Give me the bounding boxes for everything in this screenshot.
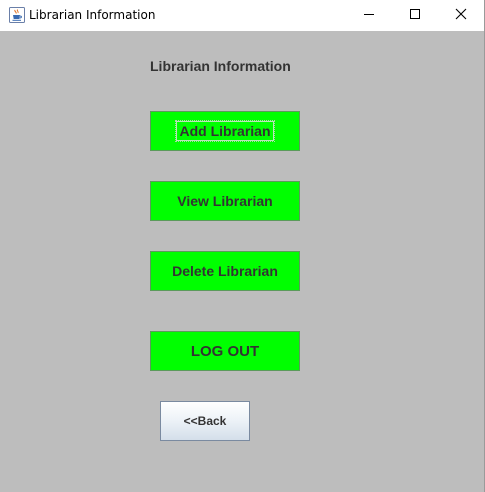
title-bar[interactable]: Librarian Information [0, 0, 484, 31]
view-librarian-button[interactable]: View Librarian [150, 181, 300, 221]
add-librarian-label: Add Librarian [175, 120, 275, 142]
window-title: Librarian Information [29, 8, 156, 22]
close-icon [455, 7, 467, 25]
app-window: Librarian Information Librarian Informat… [0, 0, 485, 492]
minimize-button[interactable] [346, 0, 392, 31]
maximize-icon [409, 7, 421, 25]
maximize-button[interactable] [392, 0, 438, 31]
minimize-icon [363, 7, 375, 25]
add-librarian-button[interactable]: Add Librarian [150, 111, 300, 151]
close-button[interactable] [438, 0, 484, 31]
back-button[interactable]: <<Back [160, 401, 250, 441]
java-cup-icon [9, 7, 25, 23]
logout-label: LOG OUT [190, 342, 260, 360]
delete-librarian-button[interactable]: Delete Librarian [150, 251, 300, 291]
page-title: Librarian Information [150, 58, 291, 74]
content-panel: Librarian Information Add Librarian View… [0, 31, 484, 492]
delete-librarian-label: Delete Librarian [172, 263, 278, 279]
view-librarian-label: View Librarian [177, 193, 273, 209]
logout-button[interactable]: LOG OUT [150, 331, 300, 371]
back-label: <<Back [183, 414, 227, 428]
